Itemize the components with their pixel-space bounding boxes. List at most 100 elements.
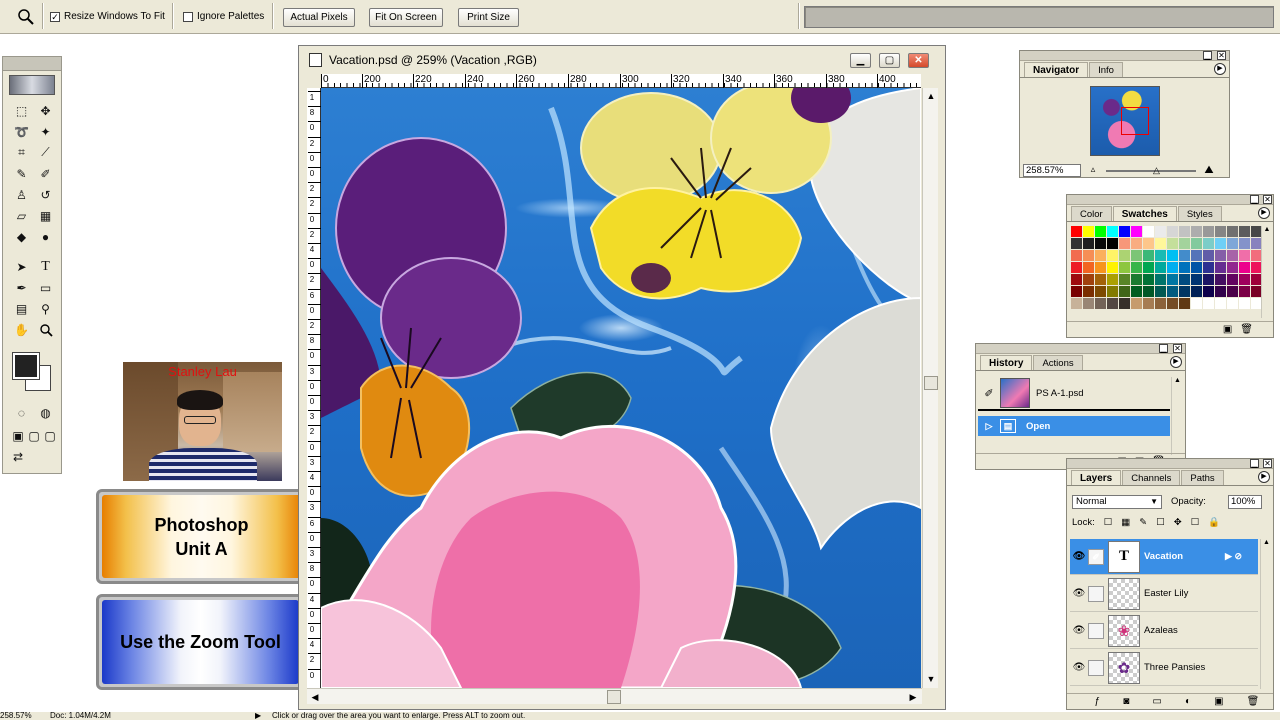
- brush-tool-icon[interactable]: ✐: [35, 164, 56, 183]
- color-swatch[interactable]: [1215, 238, 1227, 250]
- scroll-down-icon[interactable]: ▼: [924, 672, 938, 686]
- layer-row-easter-lily[interactable]: 👁 Easter Lily: [1070, 576, 1258, 612]
- color-swatch[interactable]: [1119, 226, 1131, 238]
- color-swatch[interactable]: [1239, 298, 1251, 310]
- gradient-tool-icon[interactable]: ▦: [35, 206, 56, 225]
- layers-scrollbar[interactable]: ▲: [1260, 539, 1272, 689]
- layer-effects-icon[interactable]: ▶ ⊘: [1225, 551, 1242, 562]
- color-swatch[interactable]: [1119, 286, 1131, 298]
- color-swatch[interactable]: [1119, 250, 1131, 262]
- color-swatch[interactable]: [1143, 238, 1155, 250]
- color-swatch[interactable]: [1167, 250, 1179, 262]
- palette-close-icon[interactable]: ✕: [1217, 51, 1226, 60]
- toolbox-title-bar[interactable]: [3, 57, 61, 71]
- close-button[interactable]: ✕: [908, 53, 929, 68]
- horizontal-ruler[interactable]: 0 200 220 240 260 280 300 320 340 360 38…: [321, 74, 921, 88]
- color-swatch[interactable]: [1227, 238, 1239, 250]
- palette-minimize-icon[interactable]: ▁: [1250, 195, 1259, 204]
- lock-paint-icon[interactable]: ✎: [1139, 517, 1147, 528]
- color-swatch[interactable]: [1239, 286, 1251, 298]
- document-title-bar[interactable]: Vacation.psd @ 259% (Vacation ,RGB) ▁ ▢ …: [299, 46, 945, 74]
- palette-menu-icon[interactable]: ▶: [1258, 471, 1270, 483]
- color-swatch[interactable]: [1071, 286, 1083, 298]
- horizontal-scroll-thumb[interactable]: [607, 690, 621, 704]
- color-swatch[interactable]: [1119, 298, 1131, 310]
- color-swatch[interactable]: [1095, 226, 1107, 238]
- color-swatch[interactable]: [1107, 238, 1119, 250]
- color-swatch[interactable]: [1143, 262, 1155, 274]
- color-swatch[interactable]: [1143, 250, 1155, 262]
- scroll-up-icon[interactable]: ▲: [924, 89, 938, 103]
- color-swatch[interactable]: [1239, 238, 1251, 250]
- eye-icon[interactable]: 👁: [1070, 588, 1088, 599]
- color-swatch[interactable]: [1227, 298, 1239, 310]
- new-layer-icon[interactable]: ▣: [1214, 696, 1223, 707]
- color-swatch[interactable]: [1215, 250, 1227, 262]
- vertical-scroll-thumb[interactable]: [924, 376, 938, 390]
- tab-navigator[interactable]: Navigator: [1024, 62, 1089, 77]
- color-swatch[interactable]: [1215, 262, 1227, 274]
- history-snapshot-row[interactable]: ✐ PS A-1.psd: [978, 377, 1170, 411]
- color-swatch[interactable]: [1191, 298, 1203, 310]
- color-swatch[interactable]: [1095, 298, 1107, 310]
- zoom-tool-preset-icon[interactable]: [16, 7, 36, 27]
- color-swatch[interactable]: [1155, 274, 1167, 286]
- quick-mask-mode-icon[interactable]: ◍: [35, 403, 56, 422]
- layer-link-icon[interactable]: [1088, 622, 1104, 639]
- resize-windows-checkbox[interactable]: ✓ Resize Windows To Fit: [50, 11, 165, 22]
- layer-row-vacation[interactable]: 👁 ✐ T Vacation ▶ ⊘: [1070, 539, 1258, 575]
- color-swatch[interactable]: [1191, 226, 1203, 238]
- image-canvas[interactable]: [321, 88, 921, 688]
- color-swatch[interactable]: [1227, 226, 1239, 238]
- color-swatch[interactable]: [1203, 286, 1215, 298]
- color-swatch[interactable]: [1179, 250, 1191, 262]
- color-swatch[interactable]: [1227, 286, 1239, 298]
- zoom-slider-thumb[interactable]: △: [1153, 165, 1160, 176]
- color-swatch[interactable]: [1227, 262, 1239, 274]
- color-swatch[interactable]: [1215, 298, 1227, 310]
- color-swatch[interactable]: [1131, 226, 1143, 238]
- color-swatch[interactable]: [1191, 286, 1203, 298]
- color-swatch[interactable]: [1083, 226, 1095, 238]
- standard-mode-icon[interactable]: ◌: [11, 403, 32, 422]
- tab-layers[interactable]: Layers: [1071, 470, 1122, 485]
- delete-layer-icon[interactable]: 🗑: [1247, 696, 1260, 707]
- lock-position-checkbox-icon[interactable]: ☐: [1156, 517, 1165, 528]
- foreground-color-swatch[interactable]: [12, 352, 40, 380]
- color-swatch[interactable]: [1167, 298, 1179, 310]
- color-swatch[interactable]: [1095, 262, 1107, 274]
- color-swatch[interactable]: [1119, 274, 1131, 286]
- history-scrollbar[interactable]: ▲: [1171, 377, 1183, 455]
- color-swatch[interactable]: [1107, 226, 1119, 238]
- color-swatch[interactable]: [1203, 250, 1215, 262]
- adobe-online-icon[interactable]: [9, 75, 55, 95]
- zoom-slider-track[interactable]: [1106, 170, 1196, 172]
- color-swatch[interactable]: [1179, 298, 1191, 310]
- layer-row-three-pansies[interactable]: 👁 ✿ Three Pansies: [1070, 650, 1258, 686]
- zoom-tool-icon[interactable]: [35, 320, 56, 339]
- scroll-right-icon[interactable]: ▶: [906, 690, 920, 704]
- slice-tool-icon[interactable]: ⟋: [35, 143, 56, 162]
- status-arrow-icon[interactable]: ▶: [255, 712, 261, 720]
- color-swatch[interactable]: [1203, 238, 1215, 250]
- lock-transparency-icon[interactable]: ☐: [1104, 517, 1113, 528]
- color-swatch[interactable]: [1167, 238, 1179, 250]
- clone-stamp-tool-icon[interactable]: ♙: [11, 185, 32, 204]
- color-swatch[interactable]: [1239, 274, 1251, 286]
- move-tool-icon[interactable]: ✥: [35, 101, 56, 120]
- full-screen-mode-icon[interactable]: ▢: [43, 426, 57, 445]
- lock-all-icon[interactable]: 🔒: [1208, 517, 1220, 528]
- color-swatch[interactable]: [1107, 298, 1119, 310]
- hand-tool-icon[interactable]: ✋: [11, 320, 32, 339]
- color-swatch[interactable]: [1095, 250, 1107, 262]
- new-layer-set-icon[interactable]: ▭: [1152, 696, 1161, 707]
- history-brush-tool-icon[interactable]: ↺: [35, 185, 56, 204]
- layer-style-icon[interactable]: ƒ: [1095, 696, 1101, 707]
- color-swatch[interactable]: [1167, 286, 1179, 298]
- tab-actions[interactable]: Actions: [1033, 355, 1083, 370]
- zoom-out-icon[interactable]: ▵: [1086, 164, 1100, 177]
- color-swatch[interactable]: [1131, 274, 1143, 286]
- horizontal-scrollbar[interactable]: ◀ ▶: [307, 688, 922, 704]
- tab-info[interactable]: Info: [1089, 62, 1123, 77]
- color-swatch[interactable]: [1227, 250, 1239, 262]
